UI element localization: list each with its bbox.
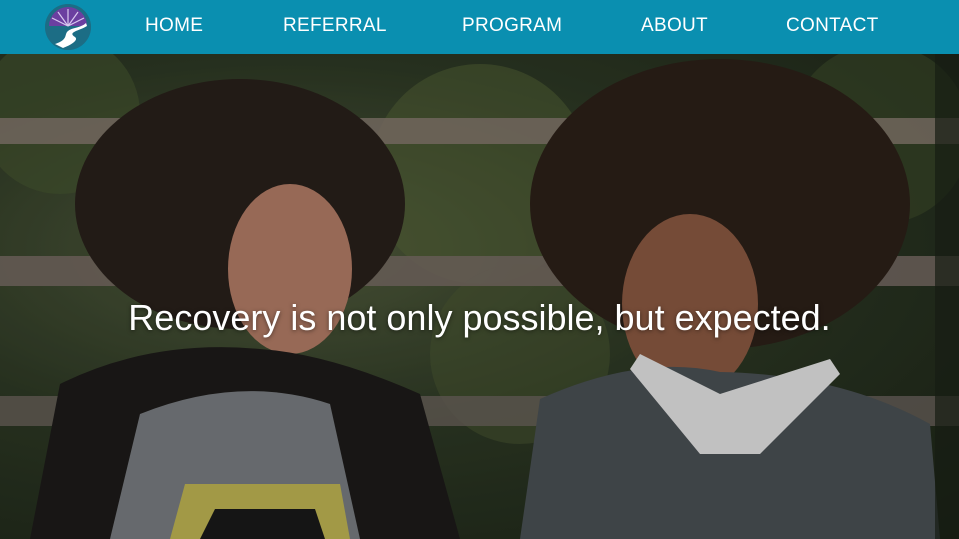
logo-icon[interactable] [45,4,91,50]
nav-about-link[interactable]: ABOUT [641,15,708,37]
top-nav-bar: HOME REFERRAL PROGRAM ABOUT CONTACT [0,0,959,54]
nav-referral-link[interactable]: REFERRAL [283,15,387,37]
hero-headline: Recovery is not only possible, but expec… [128,297,831,338]
nav-program-link[interactable]: PROGRAM [462,15,562,37]
nav-contact-link[interactable]: CONTACT [786,15,879,37]
hero-banner: Recovery is not only possible, but expec… [0,54,959,539]
nav-home-link[interactable]: HOME [145,15,203,37]
